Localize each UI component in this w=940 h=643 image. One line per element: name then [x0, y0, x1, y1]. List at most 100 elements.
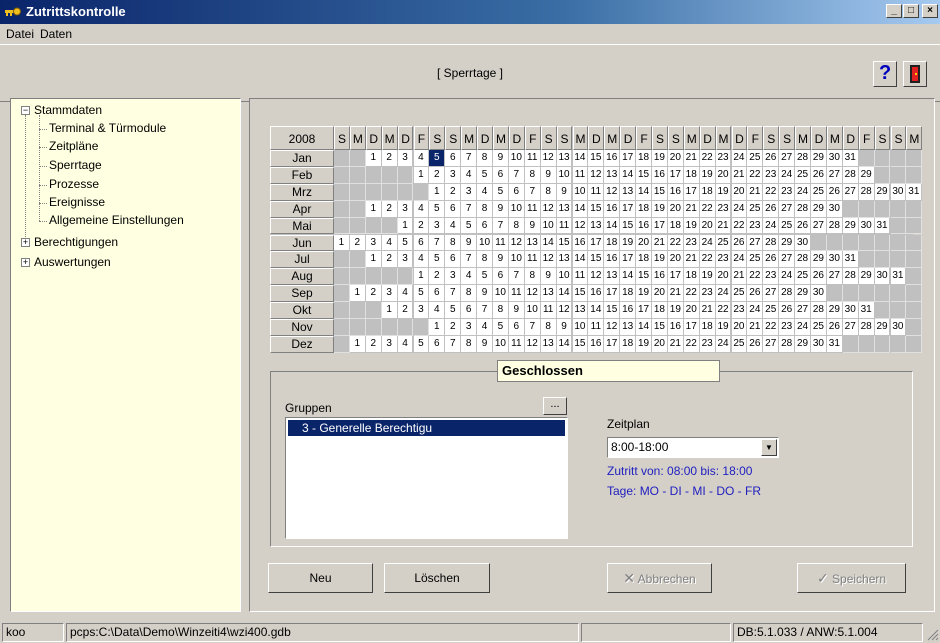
calendar-day[interactable]: 15	[604, 302, 621, 319]
calendar-day[interactable]: 5	[413, 285, 430, 303]
menu-daten[interactable]: Daten	[40, 27, 72, 41]
calendar-day[interactable]: 22	[699, 200, 716, 218]
expand-icon[interactable]: +	[21, 258, 30, 267]
calendar-day[interactable]: 29	[874, 183, 891, 201]
calendar-day[interactable]: 1	[365, 150, 382, 167]
calendar-day[interactable]: 11	[540, 302, 557, 319]
calendar-day[interactable]: 24	[763, 217, 780, 235]
tree-node-berechtigungen[interactable]: Berechtigungen	[34, 235, 118, 249]
calendar-day[interactable]: 10	[493, 335, 509, 353]
calendar-day[interactable]: 9	[493, 200, 509, 218]
calendar-day[interactable]: 9	[540, 268, 557, 286]
calendar-day[interactable]: 1	[429, 183, 446, 201]
groups-browse-button[interactable]: ...	[543, 397, 567, 415]
calendar-day[interactable]: 15	[588, 251, 605, 269]
calendar-day[interactable]: 12	[604, 319, 621, 336]
calendar-day[interactable]: 24	[747, 302, 764, 319]
calendar-day[interactable]: 17	[588, 234, 605, 252]
calendar-day[interactable]: 22	[747, 166, 764, 184]
calendar-day[interactable]: 8	[477, 150, 493, 167]
calendar-day[interactable]: 5	[445, 302, 462, 319]
calendar-day[interactable]: 3	[381, 335, 398, 353]
calendar-day[interactable]: 10	[508, 150, 525, 167]
calendar-day[interactable]: 15	[636, 166, 652, 184]
calendar-day[interactable]: 3	[461, 319, 478, 336]
calendar-day[interactable]: 22	[699, 150, 716, 167]
close-button[interactable]: ×	[922, 4, 938, 18]
calendar-day[interactable]: 9	[556, 319, 573, 336]
calendar-day[interactable]: 1	[413, 166, 430, 184]
calendar-month-jun[interactable]: Jun	[270, 234, 334, 252]
calendar-day[interactable]: 25	[747, 200, 764, 218]
calendar-day[interactable]: 7	[524, 183, 541, 201]
calendar-day[interactable]: 14	[556, 335, 573, 353]
calendar-day[interactable]: 18	[636, 251, 652, 269]
calendar-day[interactable]: 9	[461, 234, 478, 252]
calendar-day[interactable]: 17	[683, 183, 700, 201]
calendar-day[interactable]: 5	[429, 200, 446, 218]
new-button[interactable]: Neu	[268, 563, 373, 593]
calendar-day[interactable]: 17	[604, 335, 621, 353]
calendar-day[interactable]: 19	[652, 251, 668, 269]
calendar-day[interactable]: 15	[572, 285, 589, 303]
calendar-day[interactable]: 27	[779, 251, 796, 269]
calendar-day[interactable]: 28	[795, 200, 811, 218]
calendar-day[interactable]: 11	[572, 268, 589, 286]
calendar-day[interactable]: 31	[890, 268, 907, 286]
calendar-day[interactable]: 2	[445, 183, 462, 201]
calendar-day[interactable]: 4	[461, 166, 478, 184]
calendar-day[interactable]: 8	[524, 166, 541, 184]
calendar-day[interactable]: 28	[811, 302, 827, 319]
calendar-day[interactable]: 23	[763, 166, 780, 184]
tree-node-sperrtage[interactable]: Sperrtage	[49, 158, 102, 172]
calendar-day[interactable]: 24	[731, 150, 748, 167]
calendar-day[interactable]: 10	[508, 251, 525, 269]
calendar-day[interactable]: 12	[588, 166, 605, 184]
calendar-day[interactable]: 8	[461, 335, 478, 353]
calendar-day[interactable]: 22	[667, 234, 684, 252]
list-item[interactable]: 3 - Generelle Berechtigu	[288, 420, 565, 436]
calendar-day[interactable]: 8	[477, 251, 493, 269]
calendar-day[interactable]: 20	[715, 268, 732, 286]
calendar-day[interactable]: 21	[683, 251, 700, 269]
calendar-day[interactable]: 19	[699, 166, 716, 184]
calendar-day[interactable]: 24	[699, 234, 716, 252]
calendar-day[interactable]: 13	[540, 335, 557, 353]
help-button[interactable]: ?	[873, 61, 897, 87]
calendar-day[interactable]: 11	[493, 234, 509, 252]
calendar-day[interactable]: 24	[795, 319, 811, 336]
calendar-day[interactable]: 9	[477, 285, 493, 303]
calendar-day[interactable]: 2	[429, 268, 446, 286]
calendar-day[interactable]: 17	[620, 200, 637, 218]
calendar-day[interactable]: 31	[858, 302, 875, 319]
calendar-day[interactable]: 29	[795, 335, 811, 353]
calendar-day[interactable]: 29	[811, 200, 827, 218]
calendar-day[interactable]: 30	[826, 200, 843, 218]
calendar-day[interactable]: 3	[429, 217, 446, 235]
calendar-day[interactable]: 6	[445, 251, 462, 269]
calendar-day[interactable]: 4	[413, 200, 430, 218]
calendar-day[interactable]: 15	[572, 335, 589, 353]
calendar-day[interactable]: 8	[493, 302, 509, 319]
calendar-day[interactable]: 30	[842, 302, 859, 319]
calendar-day[interactable]: 27	[779, 150, 796, 167]
calendar-day[interactable]: 17	[652, 217, 668, 235]
calendar-day[interactable]: 22	[683, 335, 700, 353]
calendar-day[interactable]: 17	[620, 251, 637, 269]
calendar-day[interactable]: 26	[731, 234, 748, 252]
calendar-day[interactable]: 8	[524, 268, 541, 286]
calendar-day[interactable]: 18	[620, 335, 637, 353]
calendar-day[interactable]: 9	[493, 150, 509, 167]
resize-grip-icon[interactable]	[925, 627, 939, 641]
calendar-day[interactable]: 7	[429, 234, 446, 252]
calendar-day[interactable]: 23	[699, 285, 716, 303]
calendar-day[interactable]: 21	[731, 268, 748, 286]
calendar-day[interactable]: 3	[413, 302, 430, 319]
calendar-day[interactable]: 25	[779, 217, 796, 235]
calendar-day[interactable]: 1	[349, 285, 366, 303]
calendar-day[interactable]: 26	[779, 302, 796, 319]
calendar-day[interactable]: 8	[445, 234, 462, 252]
tree-node-ereignisse[interactable]: Ereignisse	[49, 195, 105, 209]
calendar-day[interactable]: 19	[715, 319, 732, 336]
calendar-day[interactable]: 3	[461, 183, 478, 201]
